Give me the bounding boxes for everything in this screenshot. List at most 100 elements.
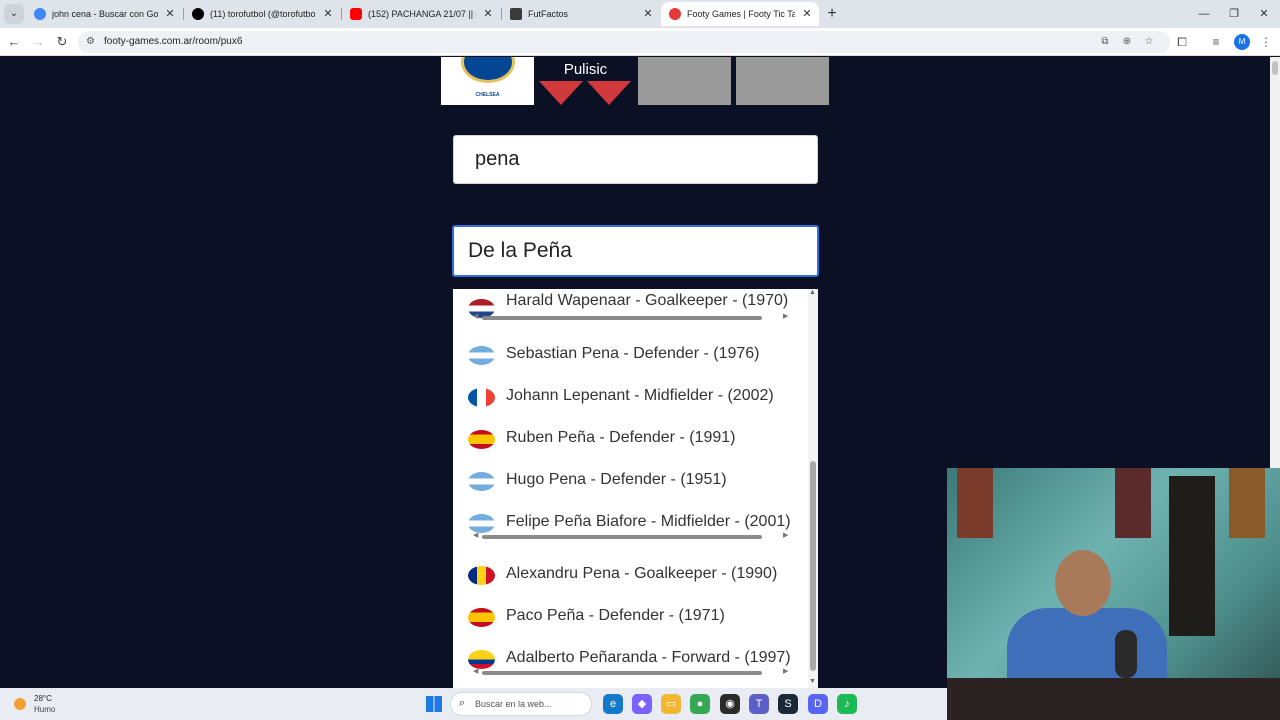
obs-icon[interactable]: ◉ bbox=[720, 694, 740, 714]
france-flag-icon bbox=[468, 388, 495, 407]
result-text: Paco Peña - Defender - (1971) bbox=[506, 607, 725, 624]
spain-flag-icon bbox=[468, 608, 495, 627]
wall-poster bbox=[957, 468, 993, 538]
horizontal-scrollbar[interactable]: ◀ ▶ bbox=[473, 313, 793, 322]
youtube-icon bbox=[350, 8, 362, 20]
board-cell-club[interactable]: CHELSEA bbox=[441, 57, 534, 105]
close-icon[interactable]: ✕ bbox=[482, 2, 494, 26]
result-text: Johann Lepenant - Midfielder - (2002) bbox=[506, 387, 774, 404]
spotify-icon[interactable]: ♪ bbox=[837, 694, 857, 714]
result-text: Adalberto Peñaranda - Forward - (1997) bbox=[506, 649, 791, 666]
desk bbox=[947, 678, 1280, 720]
address-bar[interactable]: ⚙ footy-games.com.ar/room/pux6 ⧉ ⊕ ☆ bbox=[78, 31, 1170, 53]
list-item[interactable]: Alexandru Pena - Goalkeeper - (1990) bbox=[453, 556, 808, 598]
close-icon[interactable]: ✕ bbox=[164, 2, 176, 26]
windows-taskbar: 28°C Humo ⌕ Buscar en la web... e ◆ ▭ ● … bbox=[0, 688, 947, 720]
site-info-icon[interactable]: ⚙ bbox=[86, 36, 98, 48]
zoom-icon[interactable]: ⊕ bbox=[1120, 35, 1134, 49]
browser-toolbar: ← → ↻ ⚙ footy-games.com.ar/room/pux6 ⧉ ⊕… bbox=[0, 28, 1280, 56]
horizontal-scrollbar[interactable]: ◀ ▶ bbox=[473, 532, 793, 541]
extensions-icon[interactable]: ⧠ bbox=[1172, 32, 1192, 52]
vertical-scrollbar[interactable]: ▲ ▼ bbox=[808, 289, 818, 688]
profile-avatar[interactable]: M bbox=[1234, 34, 1250, 50]
argentina-flag-icon bbox=[468, 472, 495, 491]
new-tab-button[interactable]: + bbox=[822, 4, 842, 24]
tab-futfactos[interactable]: FutFactos ✕ bbox=[502, 2, 660, 26]
board-cell-empty[interactable] bbox=[736, 57, 829, 105]
discord-icon[interactable]: D bbox=[808, 694, 828, 714]
wall-poster bbox=[1115, 468, 1151, 538]
result-text: Sebastian Pena - Defender - (1976) bbox=[506, 345, 760, 362]
reading-list-icon[interactable]: ≡ bbox=[1206, 32, 1226, 52]
weather-condition: Humo bbox=[34, 705, 56, 714]
result-text: Ruben Peña - Defender - (1991) bbox=[506, 429, 736, 446]
close-icon[interactable]: ✕ bbox=[642, 2, 654, 26]
page-scroll-thumb[interactable] bbox=[1272, 61, 1278, 75]
tab-label: Footy Games | Footy Tic Tac Toe bbox=[687, 9, 795, 19]
steam-icon[interactable]: S bbox=[778, 694, 798, 714]
restore-icon[interactable]: ❐ bbox=[1224, 4, 1244, 24]
menu-kebab-icon[interactable]: ⋮ bbox=[1256, 32, 1276, 52]
list-item[interactable]: Hugo Pena - Defender - (1951) bbox=[453, 462, 808, 504]
tab-search-icon[interactable]: ⌄ bbox=[4, 4, 24, 24]
answer-input[interactable]: De la Peña bbox=[452, 225, 819, 277]
romania-flag-icon bbox=[468, 566, 495, 585]
translate-icon[interactable]: ⧉ bbox=[1098, 35, 1112, 49]
wall-poster bbox=[1229, 468, 1265, 538]
streamer-head bbox=[1055, 550, 1111, 616]
teams-icon[interactable]: T bbox=[749, 694, 769, 714]
tab-x-torofutbol[interactable]: (11) torofutbol (@torofutbol9) ✕ bbox=[184, 2, 340, 26]
board-cell-player[interactable]: Pulisic bbox=[539, 57, 632, 105]
result-text: Alexandru Pena - Goalkeeper - (1990) bbox=[506, 565, 778, 582]
list-item[interactable]: Paco Peña - Defender - (1971) bbox=[453, 598, 808, 640]
close-icon[interactable]: ✕ bbox=[322, 2, 334, 26]
file-explorer-icon[interactable]: ▭ bbox=[661, 694, 681, 714]
list-item[interactable]: Harald Wapenaar - Goalkeeper - (1970) bbox=[453, 289, 808, 331]
tab-youtube-pachanga[interactable]: (152) PACHANGA 21/07 || #Pa ✕ bbox=[342, 2, 500, 26]
horizontal-scrollbar[interactable]: ◀ ▶ bbox=[473, 668, 793, 677]
taskbar-search-input[interactable]: ⌕ Buscar en la web... bbox=[450, 692, 592, 716]
tab-google-search[interactable]: john cena - Buscar con Google ✕ bbox=[26, 2, 182, 26]
forward-icon[interactable]: → bbox=[28, 32, 48, 52]
argentina-flag-icon bbox=[468, 346, 495, 365]
weather-sun-icon bbox=[14, 698, 26, 710]
club-name: CHELSEA bbox=[475, 92, 500, 98]
microphone-icon bbox=[1115, 630, 1137, 678]
futfactos-icon bbox=[510, 8, 522, 20]
edge-icon[interactable]: e bbox=[603, 694, 623, 714]
chelsea-crest-icon bbox=[461, 57, 515, 83]
windows-start-icon[interactable] bbox=[426, 696, 442, 712]
search-icon: ⌕ bbox=[459, 697, 466, 709]
list-item[interactable]: Sebastian Pena - Defender - (1976) bbox=[453, 336, 808, 378]
weather-temperature: 28°C bbox=[34, 694, 52, 703]
reload-icon[interactable]: ↻ bbox=[52, 32, 72, 52]
list-item[interactable]: Johann Lepenant - Midfielder - (2002) bbox=[453, 378, 808, 420]
tab-label: FutFactos bbox=[528, 9, 569, 19]
tab-label: (11) torofutbol (@torofutbol9) bbox=[210, 9, 316, 19]
copilot-icon[interactable]: ◆ bbox=[632, 694, 652, 714]
chrome-icon[interactable]: ● bbox=[690, 694, 710, 714]
tab-footy-games[interactable]: Footy Games | Footy Tic Tac Toe ✕ bbox=[661, 2, 819, 26]
door bbox=[1169, 476, 1215, 636]
search-placeholder: Buscar en la web... bbox=[475, 699, 552, 709]
board-cell-empty[interactable] bbox=[638, 57, 731, 105]
red-triangle-icon bbox=[587, 81, 631, 105]
weather-widget[interactable]: 28°C Humo bbox=[12, 692, 72, 716]
results-list: Harald Wapenaar - Goalkeeper - (1970) ◀ ▶… bbox=[453, 289, 818, 688]
url-text: footy-games.com.ar/room/pux6 bbox=[104, 36, 243, 47]
back-icon[interactable]: ← bbox=[4, 32, 24, 52]
tab-label: john cena - Buscar con Google bbox=[52, 9, 158, 19]
minimize-icon[interactable]: — bbox=[1194, 4, 1214, 24]
search-input[interactable]: pena bbox=[453, 135, 818, 184]
window-close-icon[interactable]: ✕ bbox=[1254, 4, 1274, 24]
list-item[interactable]: Ruben Peña - Defender - (1991) bbox=[453, 420, 808, 462]
red-triangle-icon bbox=[539, 81, 583, 105]
scroll-thumb[interactable] bbox=[810, 461, 816, 671]
bookmark-star-icon[interactable]: ☆ bbox=[1142, 35, 1156, 49]
google-icon bbox=[34, 8, 46, 20]
x-icon bbox=[192, 8, 204, 20]
result-text: Felipe Peña Biafore - Midfielder - (2001… bbox=[506, 513, 791, 530]
result-text: Hugo Pena - Defender - (1951) bbox=[506, 471, 727, 488]
close-icon[interactable]: ✕ bbox=[801, 2, 813, 26]
footy-games-icon bbox=[669, 8, 681, 20]
